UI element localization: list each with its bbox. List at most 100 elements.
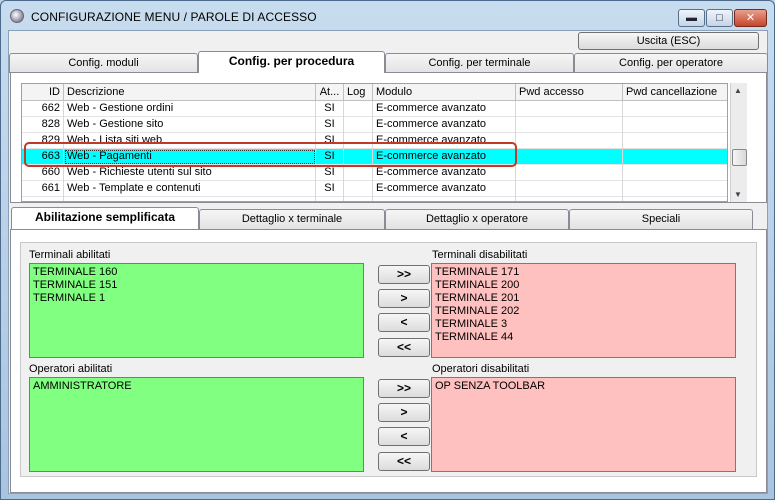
list-item[interactable]: TERMINALE 202 xyxy=(435,305,732,318)
col-header-pwd-accesso[interactable]: Pwd accesso xyxy=(516,84,623,101)
terminali-disabilitati-list[interactable]: TERMINALE 171 TERMINALE 200 TERMINALE 20… xyxy=(431,263,736,358)
cell-attivo: SI xyxy=(316,133,344,149)
operatori-abilitati-list[interactable]: AMMINISTRATORE xyxy=(29,377,364,472)
cell-log xyxy=(344,149,373,165)
scroll-thumb[interactable] xyxy=(732,149,747,166)
cell-attivo xyxy=(316,197,344,201)
tab-config-per-procedura[interactable]: Config. per procedura xyxy=(198,51,385,73)
col-header-descrizione[interactable]: Descrizione xyxy=(64,84,316,101)
grid-vertical-scrollbar[interactable]: ▲ ▼ xyxy=(730,83,747,202)
tab-config-per-operatore[interactable]: Config. per operatore xyxy=(574,53,768,73)
grid-body: 662 Web - Gestione ordini SI E-commerce … xyxy=(22,101,727,201)
cell-modulo: E-commerce avanzato xyxy=(373,165,516,181)
cell-modulo: E-commerce avanzato xyxy=(373,181,516,197)
tab-dettaglio-x-operatore[interactable]: Dettaglio x operatore xyxy=(385,209,569,229)
move-all-operators-right-button[interactable]: >> xyxy=(378,379,430,398)
cell-descrizione: Web - Template e contenuti xyxy=(64,181,316,197)
cell-log xyxy=(344,165,373,181)
list-item[interactable]: AMMINISTRATORE xyxy=(33,380,360,393)
cell-modulo xyxy=(373,197,516,201)
cell-pwd-cancellazione xyxy=(623,197,727,201)
maximize-button[interactable]: □ xyxy=(706,9,733,27)
cell-log xyxy=(344,133,373,149)
list-item[interactable]: TERMINALE 1 xyxy=(33,292,360,305)
cell-log xyxy=(344,101,373,117)
col-header-pwd-cancellazione[interactable]: Pwd cancellazione xyxy=(623,84,727,101)
list-item[interactable]: TERMINALE 3 xyxy=(435,318,732,331)
cell-pwd-cancellazione xyxy=(623,149,727,165)
cell-id: 829 xyxy=(22,133,64,149)
cell-pwd-cancellazione xyxy=(623,117,727,133)
top-tab-strip: Config. moduli Config. per procedura Con… xyxy=(9,51,769,73)
close-button[interactable]: ✕ xyxy=(734,9,767,27)
move-all-terminals-left-button[interactable]: << xyxy=(378,338,430,357)
table-row[interactable]: 660 Web - Richieste utenti sul sito SI E… xyxy=(22,165,727,181)
table-row[interactable]: 828 Web - Gestione sito SI E-commerce av… xyxy=(22,117,727,133)
list-item[interactable]: TERMINALE 44 xyxy=(435,331,732,344)
cell-id xyxy=(22,197,64,201)
title-bar[interactable]: CONFIGURAZIONE MENU / PAROLE DI ACCESSO … xyxy=(1,1,774,31)
table-row[interactable]: 661 Web - Template e contenuti SI E-comm… xyxy=(22,181,727,197)
table-row-selected[interactable]: 663 Web - Pagamenti SI E-commerce avanza… xyxy=(22,149,727,165)
cell-attivo: SI xyxy=(316,117,344,133)
table-row[interactable] xyxy=(22,197,727,201)
terminali-abilitati-label: Terminali abilitati xyxy=(29,249,111,261)
terminali-abilitati-list[interactable]: TERMINALE 160 TERMINALE 151 TERMINALE 1 xyxy=(29,263,364,358)
abilitazione-group: Terminali abilitati TERMINALE 160 TERMIN… xyxy=(20,242,757,477)
grid-header: ID Descrizione At... Log Modulo Pwd acce… xyxy=(22,84,727,101)
list-item[interactable]: TERMINALE 171 xyxy=(435,266,732,279)
col-header-log[interactable]: Log xyxy=(344,84,373,101)
cell-descrizione: Web - Gestione ordini xyxy=(64,101,316,117)
tab-config-moduli[interactable]: Config. moduli xyxy=(9,53,198,73)
tab-config-per-terminale[interactable]: Config. per terminale xyxy=(385,53,574,73)
cell-pwd-accesso xyxy=(516,133,623,149)
scroll-up-arrow-icon[interactable]: ▲ xyxy=(734,86,742,95)
cell-descrizione: Web - Pagamenti xyxy=(64,149,316,165)
cell-attivo: SI xyxy=(316,149,344,165)
cell-id: 662 xyxy=(22,101,64,117)
cell-attivo: SI xyxy=(316,101,344,117)
cell-descrizione: Web - Richieste utenti sul sito xyxy=(64,165,316,181)
terminali-disabilitati-label: Terminali disabilitati xyxy=(432,249,528,261)
move-all-terminals-right-button[interactable]: >> xyxy=(378,265,430,284)
cell-log xyxy=(344,197,373,201)
col-header-modulo[interactable]: Modulo xyxy=(373,84,516,101)
procedure-grid[interactable]: ID Descrizione At... Log Modulo Pwd acce… xyxy=(21,83,728,202)
cell-descrizione xyxy=(64,197,316,201)
exit-button[interactable]: Uscita (ESC) xyxy=(578,32,759,50)
cell-pwd-cancellazione xyxy=(623,101,727,117)
move-all-operators-left-button[interactable]: << xyxy=(378,452,430,471)
cell-modulo: E-commerce avanzato xyxy=(373,117,516,133)
move-terminal-left-button[interactable]: < xyxy=(378,313,430,332)
list-item[interactable]: OP SENZA TOOLBAR xyxy=(435,380,732,393)
client-area: Uscita (ESC) Config. moduli Config. per … xyxy=(8,30,768,494)
move-operator-left-button[interactable]: < xyxy=(378,427,430,446)
table-row[interactable]: 662 Web - Gestione ordini SI E-commerce … xyxy=(22,101,727,117)
cell-pwd-accesso xyxy=(516,101,623,117)
cell-descrizione: Web - Gestione sito xyxy=(64,117,316,133)
minimize-button[interactable]: ▬ xyxy=(678,9,705,27)
cell-pwd-accesso xyxy=(516,165,623,181)
move-terminal-right-button[interactable]: > xyxy=(378,289,430,308)
app-window: CONFIGURAZIONE MENU / PAROLE DI ACCESSO … xyxy=(0,0,775,500)
bottom-tab-strip: Abilitazione semplificata Dettaglio x te… xyxy=(9,207,769,229)
tab-abilitazione-semplificata[interactable]: Abilitazione semplificata xyxy=(11,207,199,229)
move-operator-right-button[interactable]: > xyxy=(378,403,430,422)
scroll-down-arrow-icon[interactable]: ▼ xyxy=(734,190,742,199)
list-item[interactable]: TERMINALE 200 xyxy=(435,279,732,292)
table-row[interactable]: 829 Web - Lista siti web SI E-commerce a… xyxy=(22,133,727,149)
cell-pwd-accesso xyxy=(516,181,623,197)
tab-speciali[interactable]: Speciali xyxy=(569,209,753,229)
cell-id: 663 xyxy=(22,149,64,165)
cell-pwd-cancellazione xyxy=(623,165,727,181)
cell-id: 660 xyxy=(22,165,64,181)
cell-attivo: SI xyxy=(316,181,344,197)
operatori-disabilitati-list[interactable]: OP SENZA TOOLBAR xyxy=(431,377,736,472)
col-header-id[interactable]: ID xyxy=(22,84,64,101)
cell-attivo: SI xyxy=(316,165,344,181)
col-header-attivo[interactable]: At... xyxy=(316,84,344,101)
list-item[interactable]: TERMINALE 160 xyxy=(33,266,360,279)
tab-dettaglio-x-terminale[interactable]: Dettaglio x terminale xyxy=(199,209,385,229)
list-item[interactable]: TERMINALE 151 xyxy=(33,279,360,292)
list-item[interactable]: TERMINALE 201 xyxy=(435,292,732,305)
